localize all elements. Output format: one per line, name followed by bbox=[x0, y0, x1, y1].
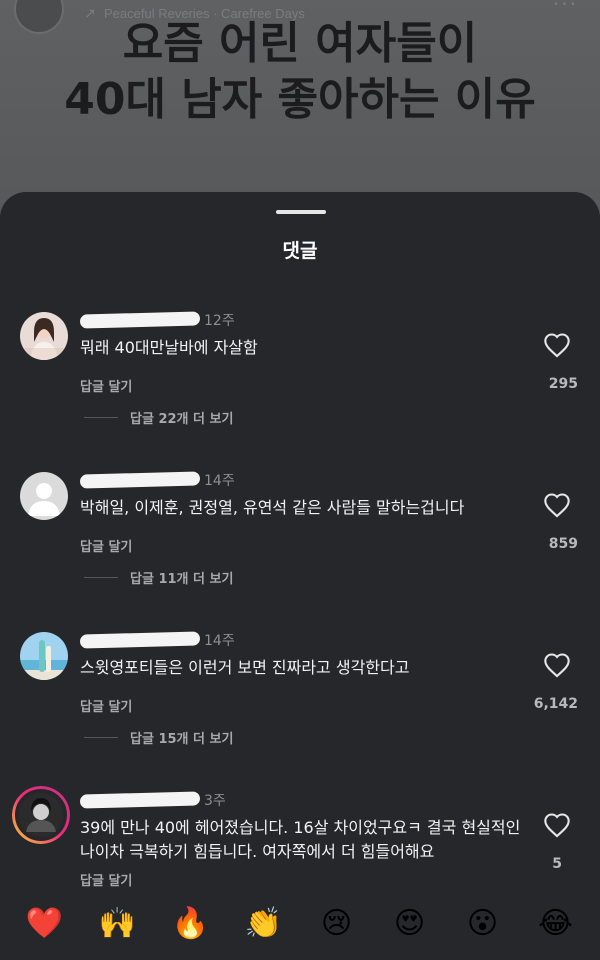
crying-face-emoji[interactable]: 😢 bbox=[311, 904, 363, 944]
comment-text: 뭐래 40대만날바에 자살함 bbox=[80, 338, 258, 357]
comment-timestamp: 14주 bbox=[204, 633, 235, 649]
view-replies-label: 답글 15개 더 보기 bbox=[130, 732, 234, 747]
redacted-username bbox=[79, 311, 201, 329]
heart-eyes-emoji[interactable]: 😍 bbox=[384, 904, 436, 944]
like-button[interactable] bbox=[540, 648, 574, 682]
more-options-icon[interactable]: ··· bbox=[553, 0, 578, 16]
view-replies-button[interactable]: 답글 11개 더 보기 bbox=[84, 568, 233, 587]
avatar[interactable] bbox=[20, 472, 68, 520]
avatar[interactable] bbox=[20, 632, 68, 680]
post-headline-line2: 40대 남자 좋아하는 이유 bbox=[64, 74, 536, 125]
view-replies-label: 답글 11개 더 보기 bbox=[130, 572, 234, 587]
redacted-username bbox=[79, 631, 201, 649]
thread-divider bbox=[84, 417, 118, 418]
thread-divider bbox=[84, 737, 118, 738]
heart-icon bbox=[544, 333, 570, 358]
default-avatar-icon bbox=[20, 472, 68, 520]
redacted-username bbox=[79, 471, 201, 489]
comment-item: 14주 스윗영포티들은 이런거 보면 진짜라고 생각한다고 답글 달기 6,14… bbox=[0, 630, 600, 782]
thread-divider bbox=[84, 577, 118, 578]
comment-author[interactable]: 3주 bbox=[79, 790, 226, 810]
avatar[interactable] bbox=[20, 312, 68, 360]
reply-button[interactable]: 답글 달기 bbox=[80, 376, 132, 395]
clapping-hands-emoji[interactable]: 👏 bbox=[238, 904, 290, 944]
like-count: 6,142 bbox=[533, 696, 578, 712]
heart-icon bbox=[544, 813, 570, 838]
heart-icon bbox=[544, 653, 570, 678]
comment-timestamp: 3주 bbox=[204, 793, 226, 809]
like-count: 295 bbox=[548, 376, 578, 392]
comment-author[interactable]: 14주 bbox=[79, 630, 235, 650]
post-headline-line1: 요즘 어린 여자들이 bbox=[122, 18, 478, 69]
sheet-title: 댓글 bbox=[282, 240, 318, 262]
post-background: ↗ Peaceful Reveries · Carefree Days ··· … bbox=[0, 0, 600, 220]
comment-author[interactable]: 12주 bbox=[79, 310, 235, 330]
fire-emoji[interactable]: 🔥 bbox=[165, 904, 217, 944]
comments-sheet: 댓글 12주 뭐래 40대만날바에 자살함 답글 달기 295 답글 22개 더… bbox=[0, 192, 600, 960]
avatar-with-story-ring[interactable] bbox=[12, 786, 70, 844]
raising-hands-emoji[interactable]: 🙌 bbox=[92, 904, 144, 944]
comment-item: 14주 박해일, 이제훈, 권정열, 유연석 같은 사람들 말하는겁니다 답글 … bbox=[0, 470, 600, 622]
reply-button[interactable]: 답글 달기 bbox=[80, 870, 132, 889]
sheet-grab-handle[interactable] bbox=[276, 210, 326, 214]
like-count: 859 bbox=[548, 536, 578, 552]
view-replies-label: 답글 22개 더 보기 bbox=[130, 412, 234, 427]
comment-author[interactable]: 14주 bbox=[79, 470, 235, 490]
post-headline: 요즘 어린 여자들이 40대 남자 좋아하는 이유 bbox=[0, 16, 600, 128]
redacted-username bbox=[79, 791, 201, 809]
comment-timestamp: 14주 bbox=[204, 473, 235, 489]
comment-text: 39에 만나 40에 헤어졌습니다. 16살 차이었구요ㅋ 결국 현실적인 나이… bbox=[80, 818, 521, 861]
like-button[interactable] bbox=[540, 328, 574, 362]
comment-item: 12주 뭐래 40대만날바에 자살함 답글 달기 295 답글 22개 더 보기 bbox=[0, 310, 600, 462]
like-count: 5 bbox=[552, 856, 562, 872]
view-replies-button[interactable]: 답글 22개 더 보기 bbox=[84, 408, 233, 427]
tears-of-joy-emoji[interactable]: 😂 bbox=[530, 904, 582, 944]
reply-button[interactable]: 답글 달기 bbox=[80, 536, 132, 555]
comment-text: 박해일, 이제훈, 권정열, 유연석 같은 사람들 말하는겁니다 bbox=[80, 498, 465, 517]
reply-button[interactable]: 답글 달기 bbox=[80, 696, 132, 715]
emoji-reaction-bar: ❤️ 🙌 🔥 👏 😢 😍 😮 😂 bbox=[0, 888, 600, 960]
surprised-face-emoji[interactable]: 😮 bbox=[457, 904, 509, 944]
heart-icon bbox=[544, 493, 570, 518]
view-replies-button[interactable]: 답글 15개 더 보기 bbox=[84, 728, 233, 747]
comment-timestamp: 12주 bbox=[204, 313, 235, 329]
comment-text: 스윗영포티들은 이런거 보면 진짜라고 생각한다고 bbox=[80, 658, 410, 677]
like-button[interactable] bbox=[540, 488, 574, 522]
like-button[interactable] bbox=[540, 808, 574, 842]
red-heart-emoji[interactable]: ❤️ bbox=[19, 904, 71, 944]
